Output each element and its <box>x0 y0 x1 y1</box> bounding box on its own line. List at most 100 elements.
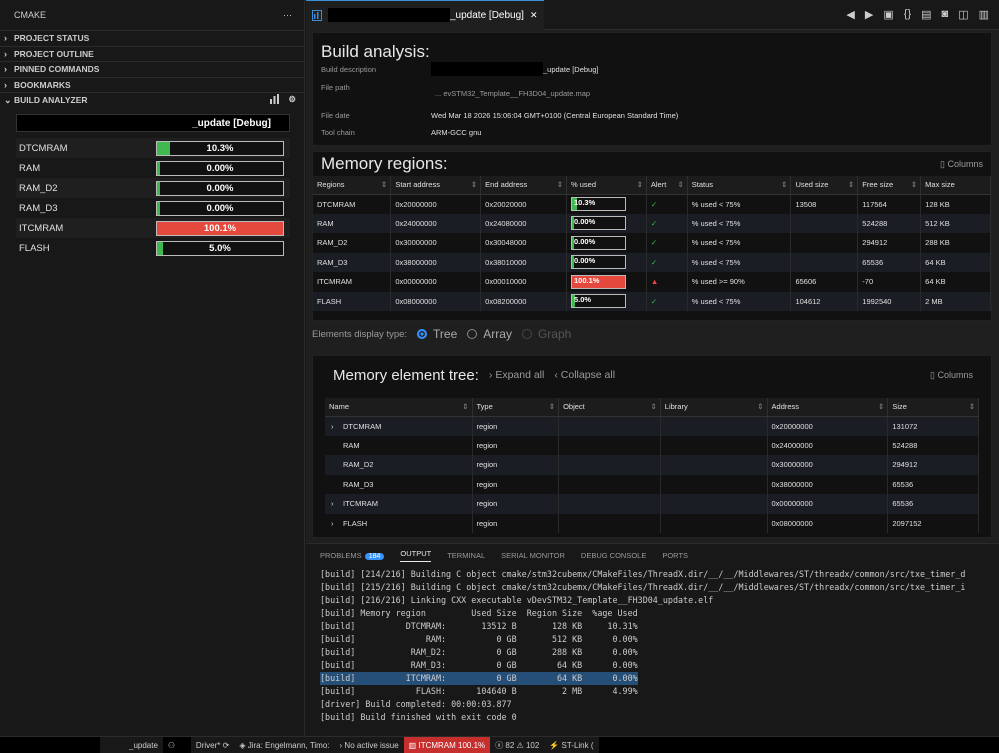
bar-chart-icon[interactable] <box>269 94 280 106</box>
sort-icon[interactable]: ⇕ <box>911 180 920 189</box>
collapse-all-label: Collapse all <box>560 369 616 381</box>
used-size-cell: 13508 <box>790 194 859 214</box>
tree-column-header[interactable]: Object ⇕ <box>558 398 661 417</box>
status-stlink[interactable]: ⚡ ST-Link ( <box>544 737 598 753</box>
column-header[interactable]: Regions ⇕ <box>313 176 392 195</box>
chevron-right-icon[interactable]: › <box>329 499 343 508</box>
radio-tree[interactable]: Tree <box>417 327 457 341</box>
tree-row[interactable]: › DTCMRAM region 0x20000000 131072 <box>325 416 979 436</box>
column-header[interactable]: Alert ⇕ <box>646 176 688 195</box>
used-size-cell: 104612 <box>790 291 859 311</box>
region-usage-row[interactable]: RAM 0.00% <box>16 158 290 178</box>
tree-row[interactable]: › ITCMRAM region 0x00000000 65536 <box>325 494 979 514</box>
region-usage-row[interactable]: RAM_D2 0.00% <box>16 178 290 198</box>
sort-icon[interactable]: ⇕ <box>557 180 566 189</box>
status-driver[interactable]: Driver* ⟳ <box>191 737 234 753</box>
status-issue[interactable]: › No active issue <box>335 737 404 753</box>
split-editor-icon[interactable]: ◫ <box>958 8 968 21</box>
status-branch-label[interactable]: _update <box>124 737 163 753</box>
tab-bar: _update [Debug] ✕ ◀ ▶ ▣ {} ▤ ◙ ◫ ▥ <box>306 0 999 30</box>
tab-serial-monitor[interactable]: SERIAL MONITOR <box>501 551 565 560</box>
sort-icon[interactable]: ⇕ <box>637 180 646 189</box>
sort-icon[interactable]: ⇕ <box>471 180 480 189</box>
sort-icon[interactable]: ⇕ <box>549 402 558 411</box>
status-cell: % used >= 90% <box>687 272 792 292</box>
tree-name-cell: › ITCMRAM <box>325 494 473 514</box>
column-header[interactable]: Start address ⇕ <box>390 176 482 195</box>
sort-icon[interactable]: ⇕ <box>381 180 390 189</box>
tab-terminal[interactable]: TERMINAL <box>447 551 485 560</box>
usage-percent: 0.00% <box>573 236 596 246</box>
tree-row[interactable]: RAM region 0x24000000 524288 <box>325 435 979 455</box>
columns-button[interactable]: ▯ Columns <box>940 159 983 170</box>
toolchain-row: Tool chain ARM-GCC gnu <box>321 128 481 137</box>
output-log[interactable]: [build] [214/216] Building C object cmak… <box>306 568 999 724</box>
region-usage-row[interactable]: DTCMRAM 10.3% <box>16 138 290 158</box>
column-header[interactable]: % used ⇕ <box>566 176 647 195</box>
tree-column-header[interactable]: Library ⇕ <box>660 398 768 417</box>
percent-used-cell: 0.00% <box>566 252 647 272</box>
sort-icon[interactable]: ⇕ <box>848 180 857 189</box>
tree-column-header[interactable]: Type ⇕ <box>472 398 560 417</box>
tree-row[interactable]: › FLASH region 0x08000000 2097152 <box>325 513 979 533</box>
tab-output[interactable]: OUTPUT <box>400 549 432 562</box>
sort-icon[interactable]: ⇕ <box>969 402 978 411</box>
region-usage-row[interactable]: FLASH 5.0% <box>16 238 290 258</box>
output-line: [build] [215/216] Building C object cmak… <box>320 581 999 594</box>
triangle-left-icon[interactable]: ◀ <box>846 8 854 21</box>
sort-icon[interactable]: ⇕ <box>781 180 790 189</box>
tree-column-header[interactable]: Address ⇕ <box>767 398 889 417</box>
tree-column-header[interactable]: Name ⇕ <box>325 398 473 417</box>
more-actions-icon[interactable]: ··· <box>283 10 292 20</box>
sort-icon[interactable]: ⇕ <box>757 402 766 411</box>
section-build-analyzer[interactable]: ⌄ BUILD ANALYZER ⚙ <box>0 92 304 108</box>
chevron-right-icon[interactable]: › <box>329 422 343 431</box>
column-header[interactable]: End address ⇕ <box>480 176 567 195</box>
end-address-cell: 0x20020000 <box>480 194 567 214</box>
chevron-right-icon[interactable]: › <box>329 519 343 528</box>
document-icon[interactable]: ▤ <box>921 8 931 21</box>
status-itcmram[interactable]: ▥ ITCMRAM 100.1% <box>403 736 491 753</box>
triangle-right-icon[interactable]: ▶ <box>865 8 873 21</box>
section-pinned-commands[interactable]: › PINNED COMMANDS <box>0 61 304 77</box>
close-icon[interactable]: ✕ <box>530 10 538 21</box>
table-row: ITCMRAM 0x00000000 0x00010000 100.1% ▲ % used… <box>313 272 991 292</box>
tab-problems[interactable]: PROBLEMS 184 <box>320 551 385 560</box>
search-file-icon[interactable]: ◙ <box>942 8 949 21</box>
braces-icon[interactable]: {} <box>904 8 911 21</box>
issue-label: No active issue <box>344 740 399 750</box>
section-bookmarks[interactable]: › BOOKMARKS <box>0 76 304 93</box>
column-header[interactable]: Status ⇕ <box>687 176 792 195</box>
tree-columns-button[interactable]: ▯ Columns <box>930 370 983 381</box>
section-project-status[interactable]: › PROJECT STATUS <box>0 30 304 46</box>
expand-all-button[interactable]: › Expand all <box>489 369 544 381</box>
column-header[interactable]: Used size ⇕ <box>790 176 859 195</box>
collapse-all-button[interactable]: ‹ Collapse all <box>554 369 615 381</box>
column-header-label: Alert <box>650 180 667 190</box>
status-jira[interactable]: ◈ Jira: Engelmann, Timo: <box>234 737 334 753</box>
tree-column-header[interactable]: Size ⇕ <box>887 398 979 417</box>
status-sync[interactable]: ⚇ <box>162 736 191 753</box>
region-usage-row[interactable]: ITCMRAM 100.1% <box>16 218 290 238</box>
tab-debug-console[interactable]: DEBUG CONSOLE <box>581 551 646 560</box>
tree-row[interactable]: RAM_D3 region 0x38000000 65536 <box>325 474 979 494</box>
tab-build-analysis[interactable]: _update [Debug] ✕ <box>306 0 544 30</box>
sort-icon[interactable]: ⇕ <box>878 402 887 411</box>
save-icon[interactable]: ▣ <box>883 8 893 21</box>
status-branch[interactable] <box>0 736 100 753</box>
column-header[interactable]: Max size <box>920 176 991 195</box>
column-header[interactable]: Free size ⇕ <box>857 176 922 195</box>
sort-icon[interactable]: ⇕ <box>462 402 471 411</box>
gear-icon[interactable]: ⚙ <box>288 94 296 106</box>
radio-array[interactable]: Array <box>467 327 512 341</box>
status-problems[interactable]: ⓧ 82 ⚠ 102 <box>490 737 544 753</box>
layout-icon[interactable]: ▥ <box>979 8 989 21</box>
section-project-outline[interactable]: › PROJECT OUTLINE <box>0 45 304 62</box>
region-usage-row[interactable]: RAM_D3 0.00% <box>16 198 290 218</box>
tree-column-label: Name <box>329 402 350 412</box>
tree-row[interactable]: RAM_D2 region 0x30000000 294912 <box>325 455 979 475</box>
sort-icon[interactable]: ⇕ <box>650 402 659 411</box>
tab-ports[interactable]: PORTS <box>662 551 688 560</box>
sort-icon[interactable]: ⇕ <box>678 180 687 189</box>
radio-graph: Graph <box>521 327 571 341</box>
